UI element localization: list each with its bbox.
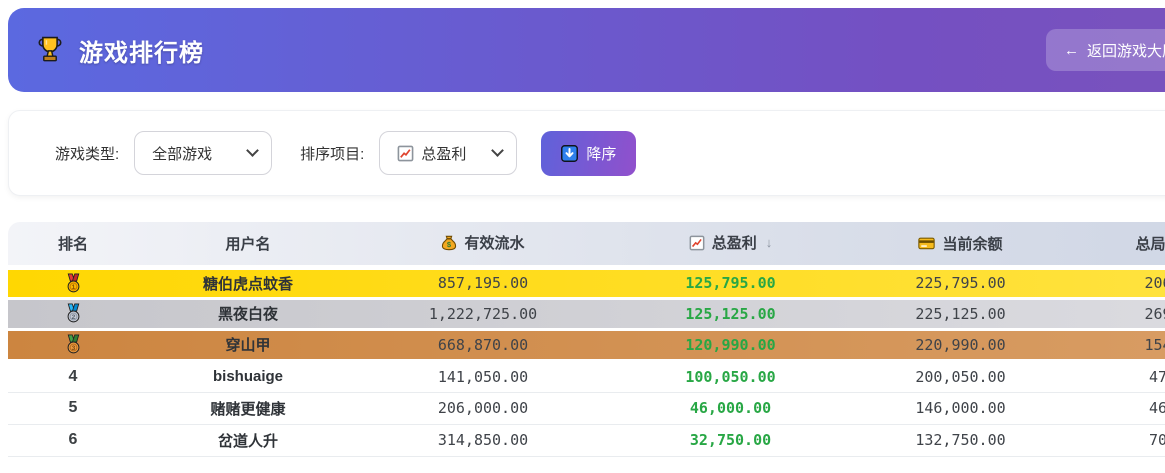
balance-cell: 220,990.00 [853,329,1068,360]
turnover-cell: 206,000.00 [358,392,608,424]
page-title: 游戏排行榜 [79,33,204,68]
col-username: 用户名 [138,222,358,267]
balance-cell: 225,795.00 [853,267,1068,298]
col-rank: 排名 [8,222,138,267]
game-type-select[interactable]: 全部游戏 [134,131,272,175]
table-row-rank6: 6 岔道人升 314,850.00 32,750.00 132,750.00 7… [8,424,1165,456]
leaderboard-table: 排名 用户名 $ 有效流水 [8,222,1165,457]
rounds-cell: 206 [1068,267,1165,298]
turnover-cell: 141,050.00 [358,360,608,392]
money-bag-icon: $ [441,235,457,251]
rank-cell: 2 [8,298,138,329]
sort-descending-label: 降序 [586,143,616,164]
col-turnover: $ 有效流水 [358,222,608,267]
silver-medal-icon: 2 [63,303,84,324]
rank-cell: 4 [8,360,138,392]
svg-text:1: 1 [71,283,75,290]
sort-descending-button[interactable]: 降序 [541,131,636,176]
col-rounds: 总局数 [1068,222,1165,267]
profit-cell: 32,750.00 [608,424,853,456]
balance-cell: 146,000.00 [853,392,1068,424]
table-row-rank5: 5 赌赌更健康 206,000.00 46,000.00 146,000.00 … [8,392,1165,424]
svg-text:3: 3 [71,345,75,352]
back-to-lobby-button[interactable]: ← 返回游戏大厅 [1046,29,1165,71]
table-row-rank1: 1 糖伯虎点蚊香 857,195.00 125,795.00 225,795.0… [8,267,1165,298]
game-type-label: 游戏类型: [55,143,119,164]
down-arrow-icon [561,145,578,162]
balance-cell: 225,125.00 [853,298,1068,329]
username-cell: 赌赌更健康 [138,392,358,424]
svg-text:2: 2 [71,314,75,321]
gold-medal-icon: 1 [63,273,84,294]
page-header: 游戏排行榜 ← 返回游戏大厅 [8,8,1165,92]
username-cell: bishuaige [138,360,358,392]
bronze-medal-icon: 3 [63,334,84,355]
sort-direction-arrow: ↓ [766,235,773,250]
table-header-row: 排名 用户名 $ 有效流水 [8,222,1165,267]
rank-cell: 1 [8,267,138,298]
chevron-down-icon [246,144,259,157]
rounds-cell: 46 [1068,392,1165,424]
balance-cell: 200,050.00 [853,360,1068,392]
turnover-cell: 1,222,725.00 [358,298,608,329]
balance-cell: 132,750.00 [853,424,1068,456]
rounds-cell: 269 [1068,298,1165,329]
table-row-rank4: 4 bishuaige 141,050.00 100,050.00 200,05… [8,360,1165,392]
profit-cell: 100,050.00 [608,360,853,392]
profit-cell: 125,795.00 [608,267,853,298]
back-arrow-icon: ← [1064,42,1079,59]
title-wrap: 游戏排行榜 [8,33,204,68]
chart-increasing-icon [689,235,705,251]
chevron-down-icon [491,144,504,157]
profit-cell: 120,990.00 [608,329,853,360]
username-cell: 岔道人升 [138,424,358,456]
leaderboard-page: 游戏排行榜 ← 返回游戏大厅 游戏类型: 全部游戏 排序项目: 总盈利 [0,0,1165,473]
filter-bar: 游戏类型: 全部游戏 排序项目: 总盈利 降序 [8,110,1165,196]
chart-increasing-icon [397,145,414,162]
rank-cell: 3 [8,329,138,360]
sort-item-value: 总盈利 [421,143,466,164]
turnover-cell: 668,870.00 [358,329,608,360]
username-cell: 穿山甲 [138,329,358,360]
rank-cell: 6 [8,424,138,456]
table-row-rank2: 2 黑夜白夜 1,222,725.00 125,125.00 225,125.0… [8,298,1165,329]
sort-item-label: 排序项目: [300,143,364,164]
rounds-cell: 154 [1068,329,1165,360]
game-type-value: 全部游戏 [152,143,212,164]
turnover-cell: 314,850.00 [358,424,608,456]
rank-cell: 5 [8,392,138,424]
col-balance: 当前余额 [853,222,1068,267]
profit-cell: 46,000.00 [608,392,853,424]
credit-card-icon [918,237,935,250]
back-button-label: 返回游戏大厅 [1087,40,1165,61]
username-cell: 糖伯虎点蚊香 [138,267,358,298]
col-profit[interactable]: 总盈利 ↓ [608,222,853,267]
rounds-cell: 70 [1068,424,1165,456]
trophy-icon [34,34,66,66]
rounds-cell: 47 [1068,360,1165,392]
username-cell: 黑夜白夜 [138,298,358,329]
leaderboard-card: 排名 用户名 $ 有效流水 [8,222,1165,457]
sort-item-select[interactable]: 总盈利 [379,131,517,175]
turnover-cell: 857,195.00 [358,267,608,298]
table-row-rank3: 3 穿山甲 668,870.00 120,990.00 220,990.00 1… [8,329,1165,360]
profit-cell: 125,125.00 [608,298,853,329]
